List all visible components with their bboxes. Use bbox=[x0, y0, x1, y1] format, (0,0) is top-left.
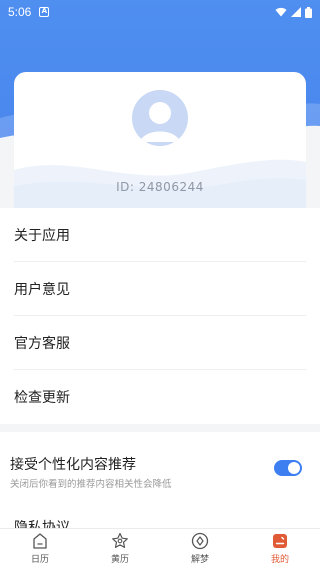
tab-label: 黄历 bbox=[110, 555, 129, 565]
menu-list: 关于应用 用户意见 官方客服 检查更新 bbox=[0, 208, 320, 424]
personalize-subtitle: 关闭后你看到的推荐内容相关性会降低 bbox=[10, 479, 172, 490]
tab-almanac[interactable]: 黄历 bbox=[80, 529, 160, 569]
settings-card: 接受个性化内容推荐 关闭后你看到的推荐内容相关性会降低 隐私协议 bbox=[0, 432, 320, 536]
user-id: ID: 24806244 bbox=[116, 180, 204, 194]
a-icon: A bbox=[39, 7, 50, 17]
profile-card: ID: 24806244 bbox=[14, 72, 306, 208]
tab-label: 解梦 bbox=[190, 555, 209, 565]
status-bar: 5:06 A bbox=[0, 0, 320, 24]
star-badge-icon bbox=[112, 532, 128, 548]
status-time: 5:06 bbox=[8, 5, 32, 19]
dream-circle-icon bbox=[191, 532, 209, 550]
default-avatar-icon[interactable] bbox=[132, 90, 188, 146]
personalize-title: 接受个性化内容推荐 bbox=[10, 457, 136, 473]
tab-calendar[interactable]: 日历 bbox=[0, 529, 80, 569]
menu-item-check-update[interactable]: 检查更新 bbox=[14, 370, 306, 424]
signal-icon bbox=[291, 7, 301, 17]
tab-mine[interactable]: 我的 bbox=[240, 529, 320, 569]
calendar-home-icon bbox=[33, 533, 47, 549]
menu-item-about[interactable]: 关于应用 bbox=[14, 208, 306, 262]
menu-item-feedback[interactable]: 用户意见 bbox=[14, 262, 306, 316]
bottom-tab-bar: 日历 黄历 解梦 我的 bbox=[0, 528, 320, 569]
personalize-toggle[interactable] bbox=[274, 460, 302, 476]
battery-icon bbox=[305, 6, 312, 18]
status-icons bbox=[275, 6, 312, 18]
menu-item-customer-service[interactable]: 官方客服 bbox=[14, 316, 306, 370]
tab-dream[interactable]: 解梦 bbox=[160, 529, 240, 569]
card-wave-decoration bbox=[14, 159, 306, 208]
toggle-knob bbox=[288, 462, 300, 474]
profile-card-icon bbox=[273, 534, 287, 548]
tab-label: 日历 bbox=[30, 555, 49, 565]
tab-label: 我的 bbox=[270, 555, 289, 565]
wifi-icon bbox=[275, 7, 287, 17]
